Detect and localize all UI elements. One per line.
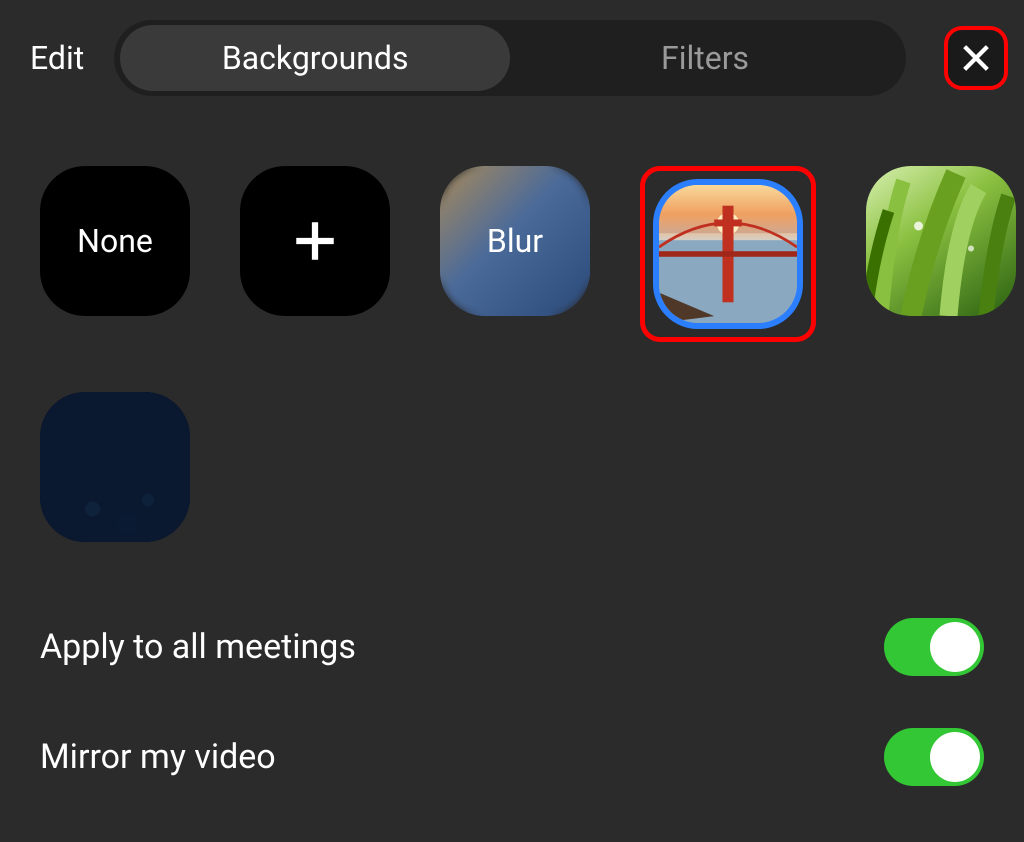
background-tile-space[interactable] xyxy=(40,392,190,542)
tab-filters[interactable]: Filters xyxy=(510,25,900,91)
toggle-knob xyxy=(930,732,980,782)
toggle-knob xyxy=(930,622,980,672)
background-tile-grass[interactable] xyxy=(866,166,1016,316)
tabs-segmented-control: Backgrounds Filters xyxy=(114,20,906,96)
plus-icon xyxy=(290,216,340,266)
setting-apply-all: Apply to all meetings xyxy=(40,592,984,702)
background-tile-none[interactable]: None xyxy=(40,166,190,316)
edit-button[interactable]: Edit xyxy=(30,39,84,77)
grass-image xyxy=(866,166,1016,316)
background-tile-bridge[interactable] xyxy=(653,179,803,329)
setting-label: Apply to all meetings xyxy=(40,627,356,667)
header: Edit Backgrounds Filters xyxy=(0,0,1024,106)
setting-mirror: Mirror my video xyxy=(40,702,984,812)
settings-list: Apply to all meetings Mirror my video xyxy=(0,562,1024,842)
bridge-image xyxy=(659,185,797,323)
apply-all-toggle[interactable] xyxy=(884,618,984,676)
selected-highlight xyxy=(640,166,816,342)
backgrounds-grid: None Blur xyxy=(0,106,1024,562)
setting-label: Mirror my video xyxy=(40,737,276,777)
space-image xyxy=(40,392,190,542)
background-tile-add[interactable] xyxy=(240,166,390,316)
tab-backgrounds[interactable]: Backgrounds xyxy=(120,25,510,91)
close-button[interactable] xyxy=(944,26,1008,90)
tile-label: None xyxy=(77,222,153,260)
tile-label: Blur xyxy=(487,222,543,260)
background-tile-blur[interactable]: Blur xyxy=(440,166,590,316)
mirror-toggle[interactable] xyxy=(884,728,984,786)
close-icon xyxy=(959,41,993,75)
